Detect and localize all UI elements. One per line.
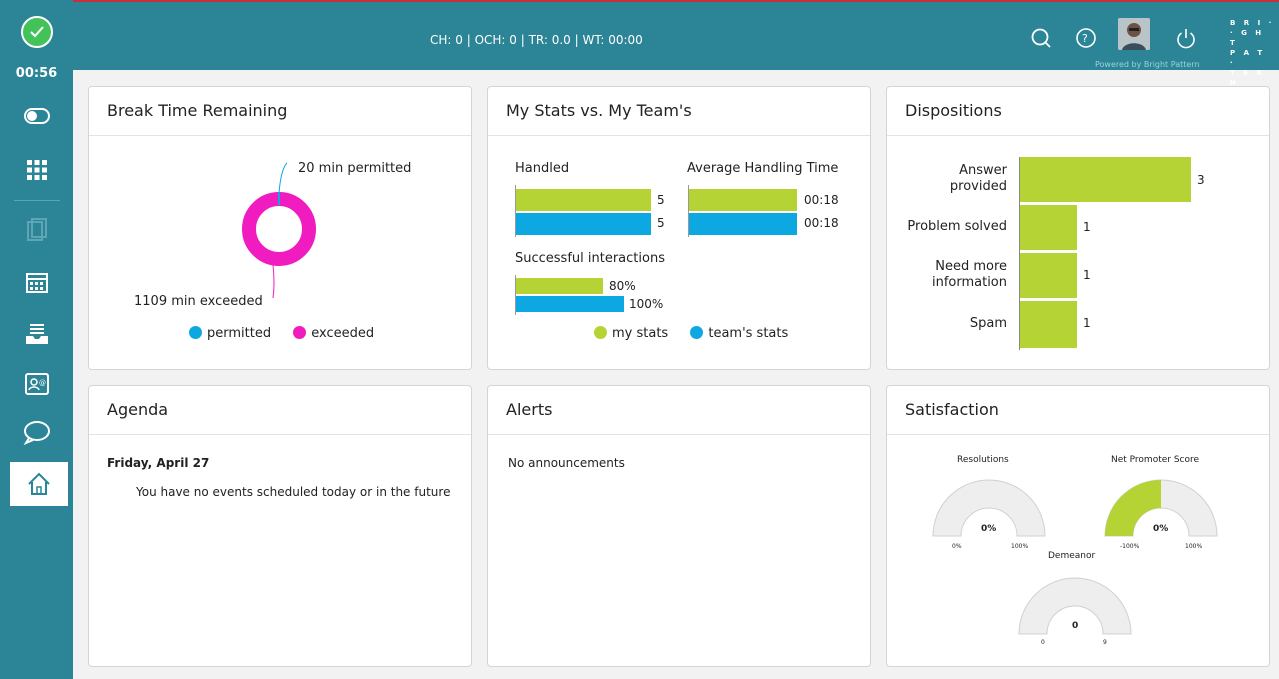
exceeded-leader-line xyxy=(272,264,275,299)
success-team-bar xyxy=(516,296,624,312)
gauge-value: 0% xyxy=(981,524,997,534)
disposition-bar-problem-solved xyxy=(1020,205,1077,250)
legend-exceeded: exceeded xyxy=(311,326,375,341)
status-timer: 00:56 xyxy=(15,66,58,81)
disposition-bar-need-more-information xyxy=(1020,253,1077,298)
bright-pattern-logo: B R I · · G H T P A T · T E R N xyxy=(1230,19,1275,87)
disposition-value: 1 xyxy=(1083,268,1091,282)
svg-text:?: ? xyxy=(1082,32,1088,45)
gauge-max: 100% xyxy=(1011,543,1029,550)
status-toggle-icon[interactable] xyxy=(0,94,73,138)
dispositions-card: Dispositions Answer provided 3 Problem so… xyxy=(886,86,1270,370)
legend-permitted: permitted xyxy=(207,326,272,341)
dialpad-icon[interactable] xyxy=(0,148,73,192)
card-title: Break Time Remaining xyxy=(89,87,471,136)
card-title: Alerts xyxy=(488,386,870,435)
agenda-empty-message: You have no events scheduled today or in… xyxy=(136,485,451,499)
top-bar: CH: 0 | OCH: 0 | TR: 0.0 | WT: 00:00 ? P… xyxy=(73,0,1279,87)
legend-team-stats: team's stats xyxy=(708,326,789,341)
aht-my-value: 00:18 xyxy=(804,193,839,207)
success-team-value: 100% xyxy=(629,297,664,311)
gauge-label-demeanor: Demeanor xyxy=(1048,551,1096,561)
alerts-empty-message: No announcements xyxy=(508,456,625,470)
legend-my-stats: my stats xyxy=(612,326,669,341)
card-title: Agenda xyxy=(89,386,471,435)
disposition-label-answer-provided: Answer provided xyxy=(949,163,1007,194)
disposition-label-need-more-information: Need more information xyxy=(931,259,1007,290)
power-logout-icon[interactable] xyxy=(1175,27,1197,49)
home-icon[interactable] xyxy=(10,462,68,506)
gauge-max: 100% xyxy=(1185,543,1203,550)
sidebar: 00:56 @ xyxy=(0,0,73,679)
team-stats-legend-swatch xyxy=(690,326,704,339)
inbox-tray-icon[interactable] xyxy=(0,312,73,356)
agenda-card: Agenda Friday, April 27 You have no even… xyxy=(88,385,472,667)
aht-team-value: 00:18 xyxy=(804,216,839,230)
my-stats-card: My Stats vs. My Team's Handled 5 5 Avera… xyxy=(487,86,871,370)
handled-my-value: 5 xyxy=(657,193,665,207)
aht-team-bar xyxy=(689,213,797,235)
handled-team-bar xyxy=(516,213,651,235)
disposition-value: 3 xyxy=(1197,173,1205,187)
gauge-value: 0 xyxy=(1072,621,1079,631)
calendar-icon[interactable] xyxy=(0,260,73,304)
permitted-data-label: 20 min permitted xyxy=(298,161,412,176)
disposition-label-problem-solved: Problem solved xyxy=(907,219,1007,234)
svg-text:@: @ xyxy=(39,379,46,387)
search-icon[interactable] xyxy=(1030,27,1052,49)
gauge-max: 9 xyxy=(1103,639,1107,646)
powered-by-text: Powered by Bright Pattern xyxy=(1095,60,1200,69)
card-title: Satisfaction xyxy=(887,386,1269,435)
gauge-label-resolutions: Resolutions xyxy=(957,455,1009,465)
help-icon[interactable]: ? xyxy=(1075,27,1097,49)
gauge-label-nps: Net Promoter Score xyxy=(1111,455,1200,465)
break-time-donut xyxy=(242,162,316,299)
disposition-value: 1 xyxy=(1083,220,1091,234)
my-stats-legend-swatch xyxy=(594,326,607,339)
gauge-min: 0 xyxy=(1041,639,1045,646)
disposition-bar-spam xyxy=(1020,301,1077,348)
exceeded-data-label: 1109 min exceeded xyxy=(134,294,263,309)
permitted-leader-line xyxy=(278,162,288,194)
document-icon[interactable] xyxy=(0,208,73,252)
exceeded-slice xyxy=(242,192,316,266)
clock-status-icon[interactable] xyxy=(21,16,53,48)
disposition-label-spam: Spam xyxy=(969,316,1007,331)
success-label: Successful interactions xyxy=(515,251,665,266)
handled-team-value: 5 xyxy=(657,216,665,230)
exceeded-legend-swatch xyxy=(293,326,307,339)
gauge-min: -100% xyxy=(1120,543,1140,550)
break-time-card: Break Time Remaining 20 min permitted 11… xyxy=(88,86,472,370)
avatar[interactable] xyxy=(1118,18,1150,50)
gauge-min: 0% xyxy=(952,543,962,550)
alerts-card: Alerts No announcements xyxy=(487,385,871,667)
success-my-bar xyxy=(516,278,603,294)
break-legend: permitted exceeded xyxy=(189,326,374,341)
handled-my-bar xyxy=(516,189,651,211)
agent-stats-line: CH: 0 | OCH: 0 | TR: 0.0 | WT: 00:00 xyxy=(430,33,643,47)
chat-icon[interactable] xyxy=(0,410,73,454)
disposition-value: 1 xyxy=(1083,316,1091,330)
agenda-date: Friday, April 27 xyxy=(107,456,210,470)
card-title: My Stats vs. My Team's xyxy=(488,87,870,136)
permitted-legend-swatch xyxy=(189,326,202,339)
card-title: Dispositions xyxy=(887,87,1269,136)
success-my-value: 80% xyxy=(609,279,636,293)
disposition-bar-answer-provided xyxy=(1020,157,1191,202)
satisfaction-card: Satisfaction Resolutions 0% 0% 100% Net … xyxy=(886,385,1270,667)
stats-legend: my stats team's stats xyxy=(594,326,788,341)
gauge-value: 0% xyxy=(1153,524,1169,534)
aht-my-bar xyxy=(689,189,797,211)
aht-label: Average Handling Time xyxy=(687,161,839,176)
handled-label: Handled xyxy=(515,161,570,176)
contact-card-icon[interactable]: @ xyxy=(0,362,73,406)
